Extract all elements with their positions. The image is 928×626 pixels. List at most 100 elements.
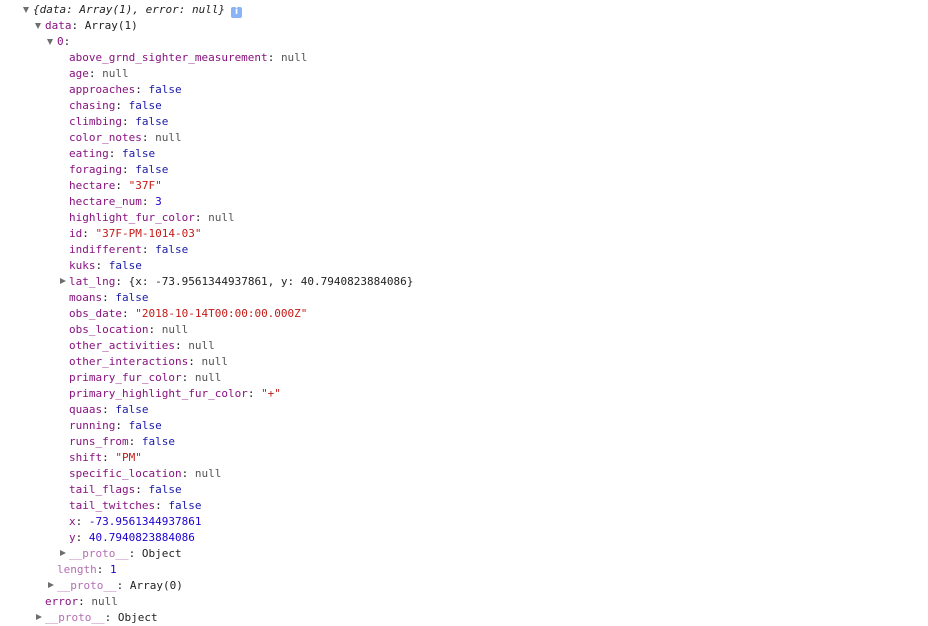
tree-row-field: above_grnd_sighter_measurement: null [69, 51, 308, 64]
property-value: null [91, 595, 118, 608]
tree-row-root[interactable]: {data: Array(1), error: null} i [0, 2, 928, 18]
property-value: false [115, 403, 149, 416]
property-value: Array(0) [129, 579, 183, 592]
item-0-fields: above_grnd_sighter_measurement: null age:… [0, 50, 928, 546]
tree-row-field: kuks: false [69, 259, 142, 272]
tree-row-length: length: 1 [57, 563, 117, 576]
property-key: 0 [57, 35, 64, 48]
property-value: false [155, 243, 189, 256]
tree-row-field: other_activities: null [69, 339, 215, 352]
tree-row-field[interactable]: lat_lng: {x: -73.9561344937861, y: 40.79… [0, 274, 928, 290]
tree-row-field: running: false [69, 419, 162, 432]
property-key: age [69, 67, 89, 80]
property-value: "PM" [115, 451, 142, 464]
property-key: id [69, 227, 83, 240]
console-object-tree: {data: Array(1), error: null} i data: Arr… [0, 2, 928, 626]
tree-row-field: highlight_fur_color: null [69, 211, 235, 224]
expand-triangle-icon[interactable] [60, 278, 66, 284]
property-value: Object [141, 547, 182, 560]
property-value: -73.9561344937861 [88, 515, 202, 528]
tree-row-field: color_notes: null [69, 131, 182, 144]
property-value: Array(1) [84, 19, 138, 32]
property-value: "37F" [128, 179, 162, 192]
property-key: running [69, 419, 116, 432]
property-key: foraging [69, 163, 122, 176]
property-key: __proto__ [69, 547, 129, 560]
property-key: moans [69, 291, 103, 304]
property-value: 3 [155, 195, 162, 208]
property-key: above_grnd_sighter_measurement [69, 51, 268, 64]
property-key: runs_from [69, 435, 129, 448]
property-key: kuks [69, 259, 96, 272]
property-value: 1 [110, 563, 117, 576]
property-key: data [45, 19, 72, 32]
property-value: false [122, 147, 156, 160]
property-value: false [168, 499, 202, 512]
property-value: false [115, 291, 149, 304]
tree-row-field: chasing: false [69, 99, 162, 112]
expand-triangle-icon[interactable] [36, 614, 42, 620]
property-value: null [194, 467, 222, 480]
expand-triangle-icon[interactable] [48, 582, 54, 588]
property-key: indifferent [69, 243, 142, 256]
property-key: tail_twitches [69, 499, 156, 512]
property-key: shift [69, 451, 103, 464]
tree-row-error: error: null [45, 595, 118, 608]
tree-row-field: approaches: false [69, 83, 182, 96]
property-key: primary_highlight_fur_color [69, 387, 248, 400]
tree-row-field: moans: false [69, 291, 149, 304]
property-key: tail_flags [69, 483, 136, 496]
root-summary: {data: Array(1), error: null} [33, 3, 226, 16]
property-value: "37F-PM-1014-03" [95, 227, 202, 240]
tree-row-field: quaas: false [69, 403, 149, 416]
tree-row-field: primary_fur_color: null [69, 371, 222, 384]
property-value: null [194, 371, 222, 384]
tree-row-field: age: null [69, 67, 129, 80]
tree-row-field: hectare: "37F" [69, 179, 162, 192]
expand-triangle-icon[interactable] [60, 550, 66, 556]
property-key: obs_date [69, 307, 122, 320]
property-key: x [69, 515, 76, 528]
property-value: {x: -73.9561344937861, y: 40.79408238840… [128, 275, 414, 288]
property-key: color_notes [69, 131, 142, 144]
property-value: false [148, 483, 182, 496]
property-key: highlight_fur_color [69, 211, 195, 224]
property-key: quaas [69, 403, 103, 416]
property-key: specific_location [69, 467, 182, 480]
property-value: false [135, 115, 169, 128]
tree-row-field: hectare_num: 3 [69, 195, 162, 208]
property-key: hectare_num [69, 195, 142, 208]
property-value: 40.7940823884086 [88, 531, 195, 544]
tree-row-field: x: -73.9561344937861 [69, 515, 202, 528]
property-value: false [128, 419, 162, 432]
tree-row-field: shift: "PM" [69, 451, 142, 464]
tree-row-root-proto[interactable]: __proto__: Object [0, 610, 928, 626]
property-key: hectare [69, 179, 116, 192]
property-key: __proto__ [57, 579, 117, 592]
property-key: obs_location [69, 323, 149, 336]
tree-row-item-0[interactable]: 0: [0, 34, 928, 50]
tree-row-item-0-proto[interactable]: __proto__: Object [0, 546, 928, 562]
collapse-triangle-icon[interactable] [35, 23, 41, 29]
property-key: eating [69, 147, 109, 160]
collapse-triangle-icon[interactable] [23, 7, 29, 13]
tree-row-field: obs_date: "2018-10-14T00:00:00.000Z" [69, 307, 308, 320]
tree-row-data-proto[interactable]: __proto__: Array(0) [0, 578, 928, 594]
property-value: null [188, 339, 215, 352]
property-value: false [128, 99, 162, 112]
property-value: Object [117, 611, 158, 624]
property-value: false [108, 259, 142, 272]
info-icon[interactable]: i [231, 7, 243, 18]
property-key: lat_lng [69, 275, 116, 288]
tree-row-field: foraging: false [69, 163, 169, 176]
tree-row-field: climbing: false [69, 115, 169, 128]
property-value: null [102, 67, 129, 80]
property-value: false [148, 83, 182, 96]
property-value: null [155, 131, 182, 144]
property-key: y [69, 531, 76, 544]
tree-row-data[interactable]: data: Array(1) [0, 18, 928, 34]
property-value: false [135, 163, 169, 176]
property-key: other_activities [69, 339, 175, 352]
collapse-triangle-icon[interactable] [47, 39, 53, 45]
tree-row-field: tail_twitches: false [69, 499, 202, 512]
